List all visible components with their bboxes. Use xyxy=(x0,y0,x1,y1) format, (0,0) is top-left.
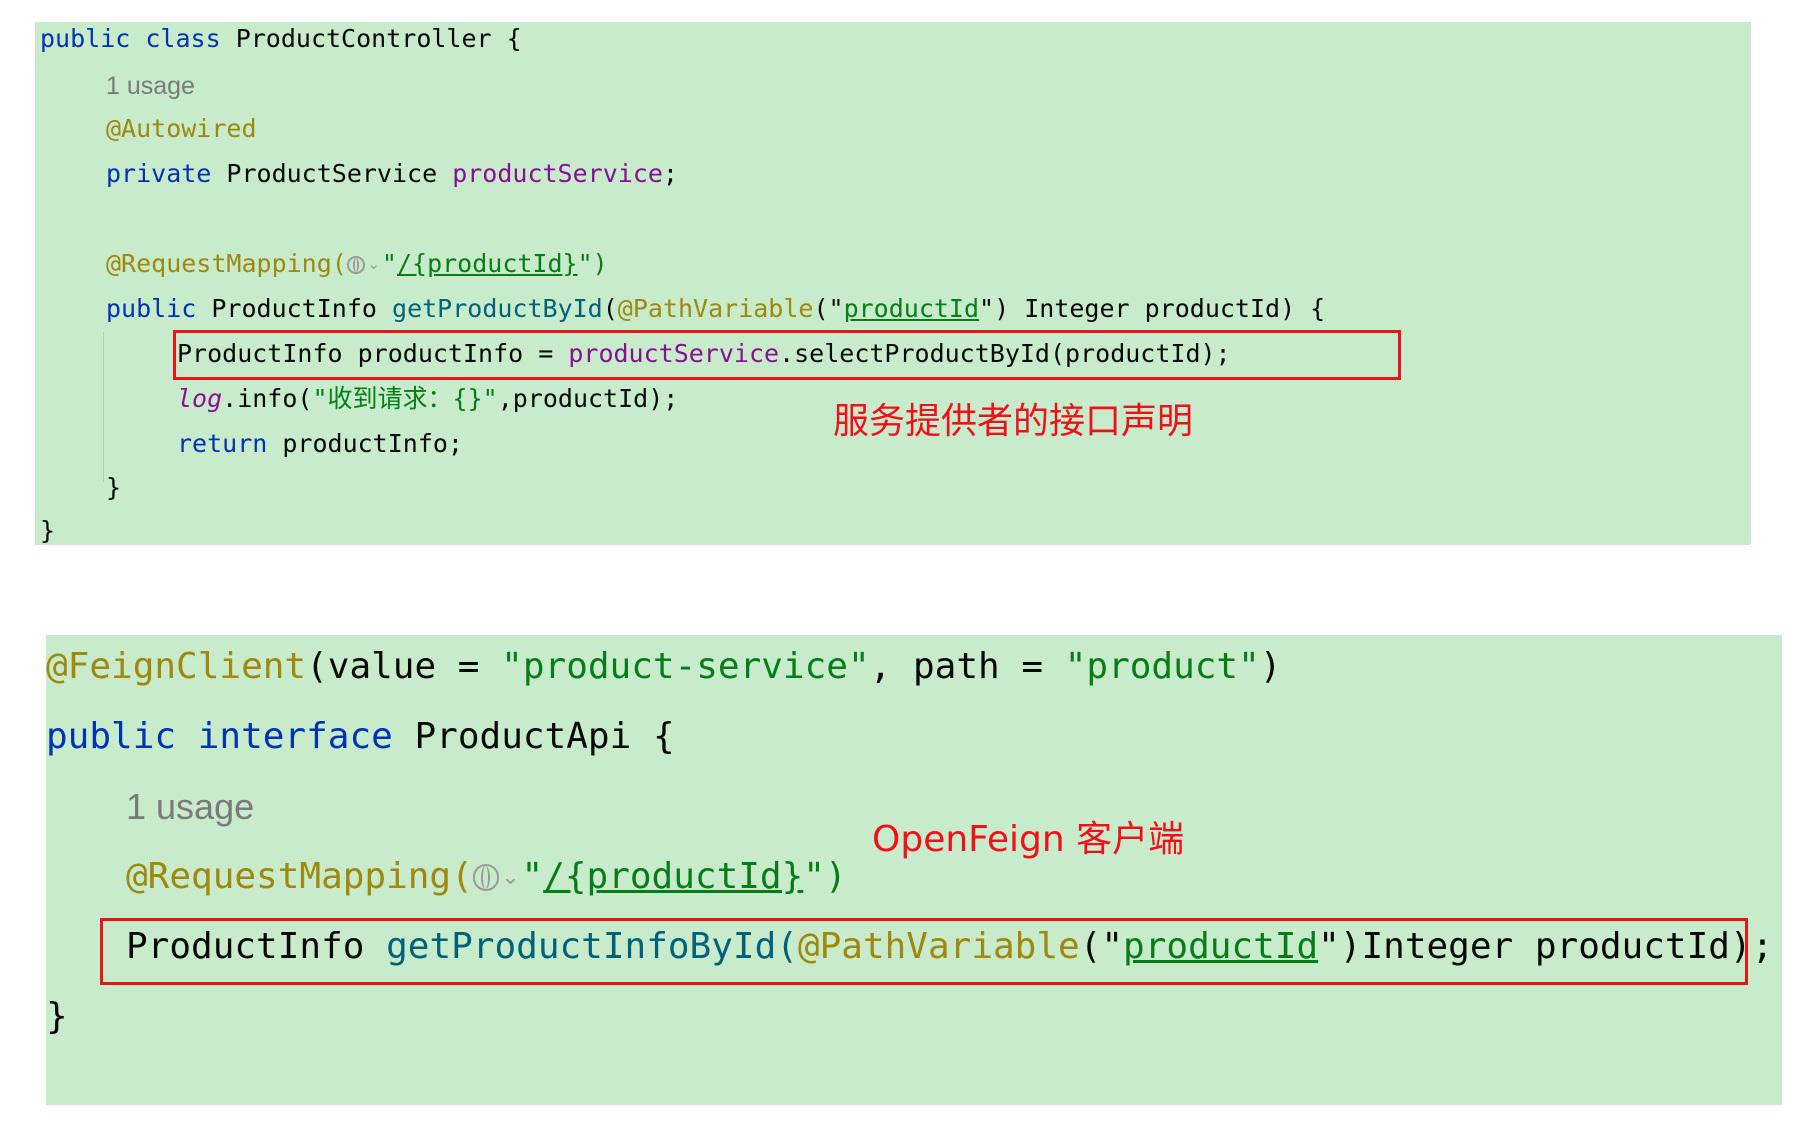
log-line: log.info("收到请求：{}",productId); xyxy=(177,386,678,411)
quote-open: " xyxy=(381,249,397,278)
provider-callout: 服务提供者的接口声明 xyxy=(833,401,1194,442)
log-string: "收到请求：{}" xyxy=(312,384,498,413)
open-brace: { xyxy=(506,24,522,53)
service-call-highlight xyxy=(173,330,1401,380)
autowired-annotation: @Autowired xyxy=(106,114,257,143)
log-rest: ,productId); xyxy=(497,384,679,413)
keyword-public: public xyxy=(40,24,131,53)
return-type: ProductInfo xyxy=(211,294,377,323)
indent-guide xyxy=(103,332,104,482)
quote-close: ") xyxy=(577,249,608,278)
semicolon: ; xyxy=(662,159,678,188)
keyword-interface: interface xyxy=(197,716,393,757)
mapping-path-link[interactable]: /{productId} xyxy=(543,856,803,897)
client-method-highlight xyxy=(100,918,1748,985)
quote-open: " xyxy=(521,856,544,897)
request-mapping-annotation: @RequestMapping( xyxy=(106,249,347,278)
keyword-return: return xyxy=(177,429,268,458)
globe-icon[interactable] xyxy=(346,255,366,274)
feign-path: "product" xyxy=(1064,646,1260,687)
mapping-path-link[interactable]: /{productId} xyxy=(397,249,578,278)
log-ref: log xyxy=(177,384,223,413)
feign-value: "product-service" xyxy=(501,646,870,687)
client-code-panel: @FeignClient(value = "product-service", … xyxy=(46,635,1782,1105)
request-mapping-line: @RequestMapping( ⌄"/{productId}") xyxy=(126,859,847,895)
class-declaration-line: public class ProductController { xyxy=(40,26,522,51)
keyword-public: public xyxy=(106,294,197,323)
field-type: ProductService xyxy=(226,159,438,188)
interface-declaration-line: public interface ProductApi { xyxy=(46,719,675,755)
client-callout: OpenFeign 客户端 xyxy=(872,819,1185,860)
feign-open: (value = xyxy=(306,646,502,687)
signature-rest: ") Integer productId) { xyxy=(979,294,1326,323)
method-signature-line: public ProductInfo getProductById(@PathV… xyxy=(106,294,1326,323)
feign-close: ) xyxy=(1259,646,1282,687)
log-call: .info( xyxy=(222,384,313,413)
chevron-down-icon[interactable]: ⌄ xyxy=(367,257,380,272)
feign-client-line: @FeignClient(value = "product-service", … xyxy=(46,649,1281,685)
path-variable-value[interactable]: productId xyxy=(844,294,979,323)
return-rest: productInfo; xyxy=(267,429,463,458)
feign-client-annotation: @FeignClient xyxy=(46,646,307,687)
return-line: return productInfo; xyxy=(177,431,463,456)
globe-icon[interactable] xyxy=(472,864,500,891)
method-close-brace: } xyxy=(106,473,122,502)
feign-comma: , path = xyxy=(869,646,1065,687)
class-close-brace: } xyxy=(40,516,56,545)
keyword-public: public xyxy=(46,716,177,757)
interface-name: ProductApi xyxy=(414,716,632,757)
open-brace: { xyxy=(652,716,675,757)
method-name: getProductById xyxy=(392,294,603,323)
keyword-class: class xyxy=(145,24,221,53)
provider-code-panel: public class ProductController { 1 usage… xyxy=(35,22,1751,545)
usage-hint[interactable]: 1 usage xyxy=(126,789,254,825)
path-variable-annotation: @PathVariable xyxy=(617,294,814,323)
service-field-line: private ProductService productService; xyxy=(106,161,678,186)
request-mapping-line: @RequestMapping( ⌄"/{productId}") xyxy=(106,251,608,276)
quote-close: ") xyxy=(803,856,847,897)
field-name: productService xyxy=(452,159,663,188)
paren-quote: (" xyxy=(813,294,844,323)
keyword-private: private xyxy=(106,159,212,188)
interface-close-brace: } xyxy=(46,996,68,1037)
chevron-down-icon[interactable]: ⌄ xyxy=(501,867,519,889)
request-mapping-annotation: @RequestMapping( xyxy=(126,856,473,897)
usage-hint[interactable]: 1 usage xyxy=(106,74,195,99)
class-name: ProductController xyxy=(235,24,492,53)
